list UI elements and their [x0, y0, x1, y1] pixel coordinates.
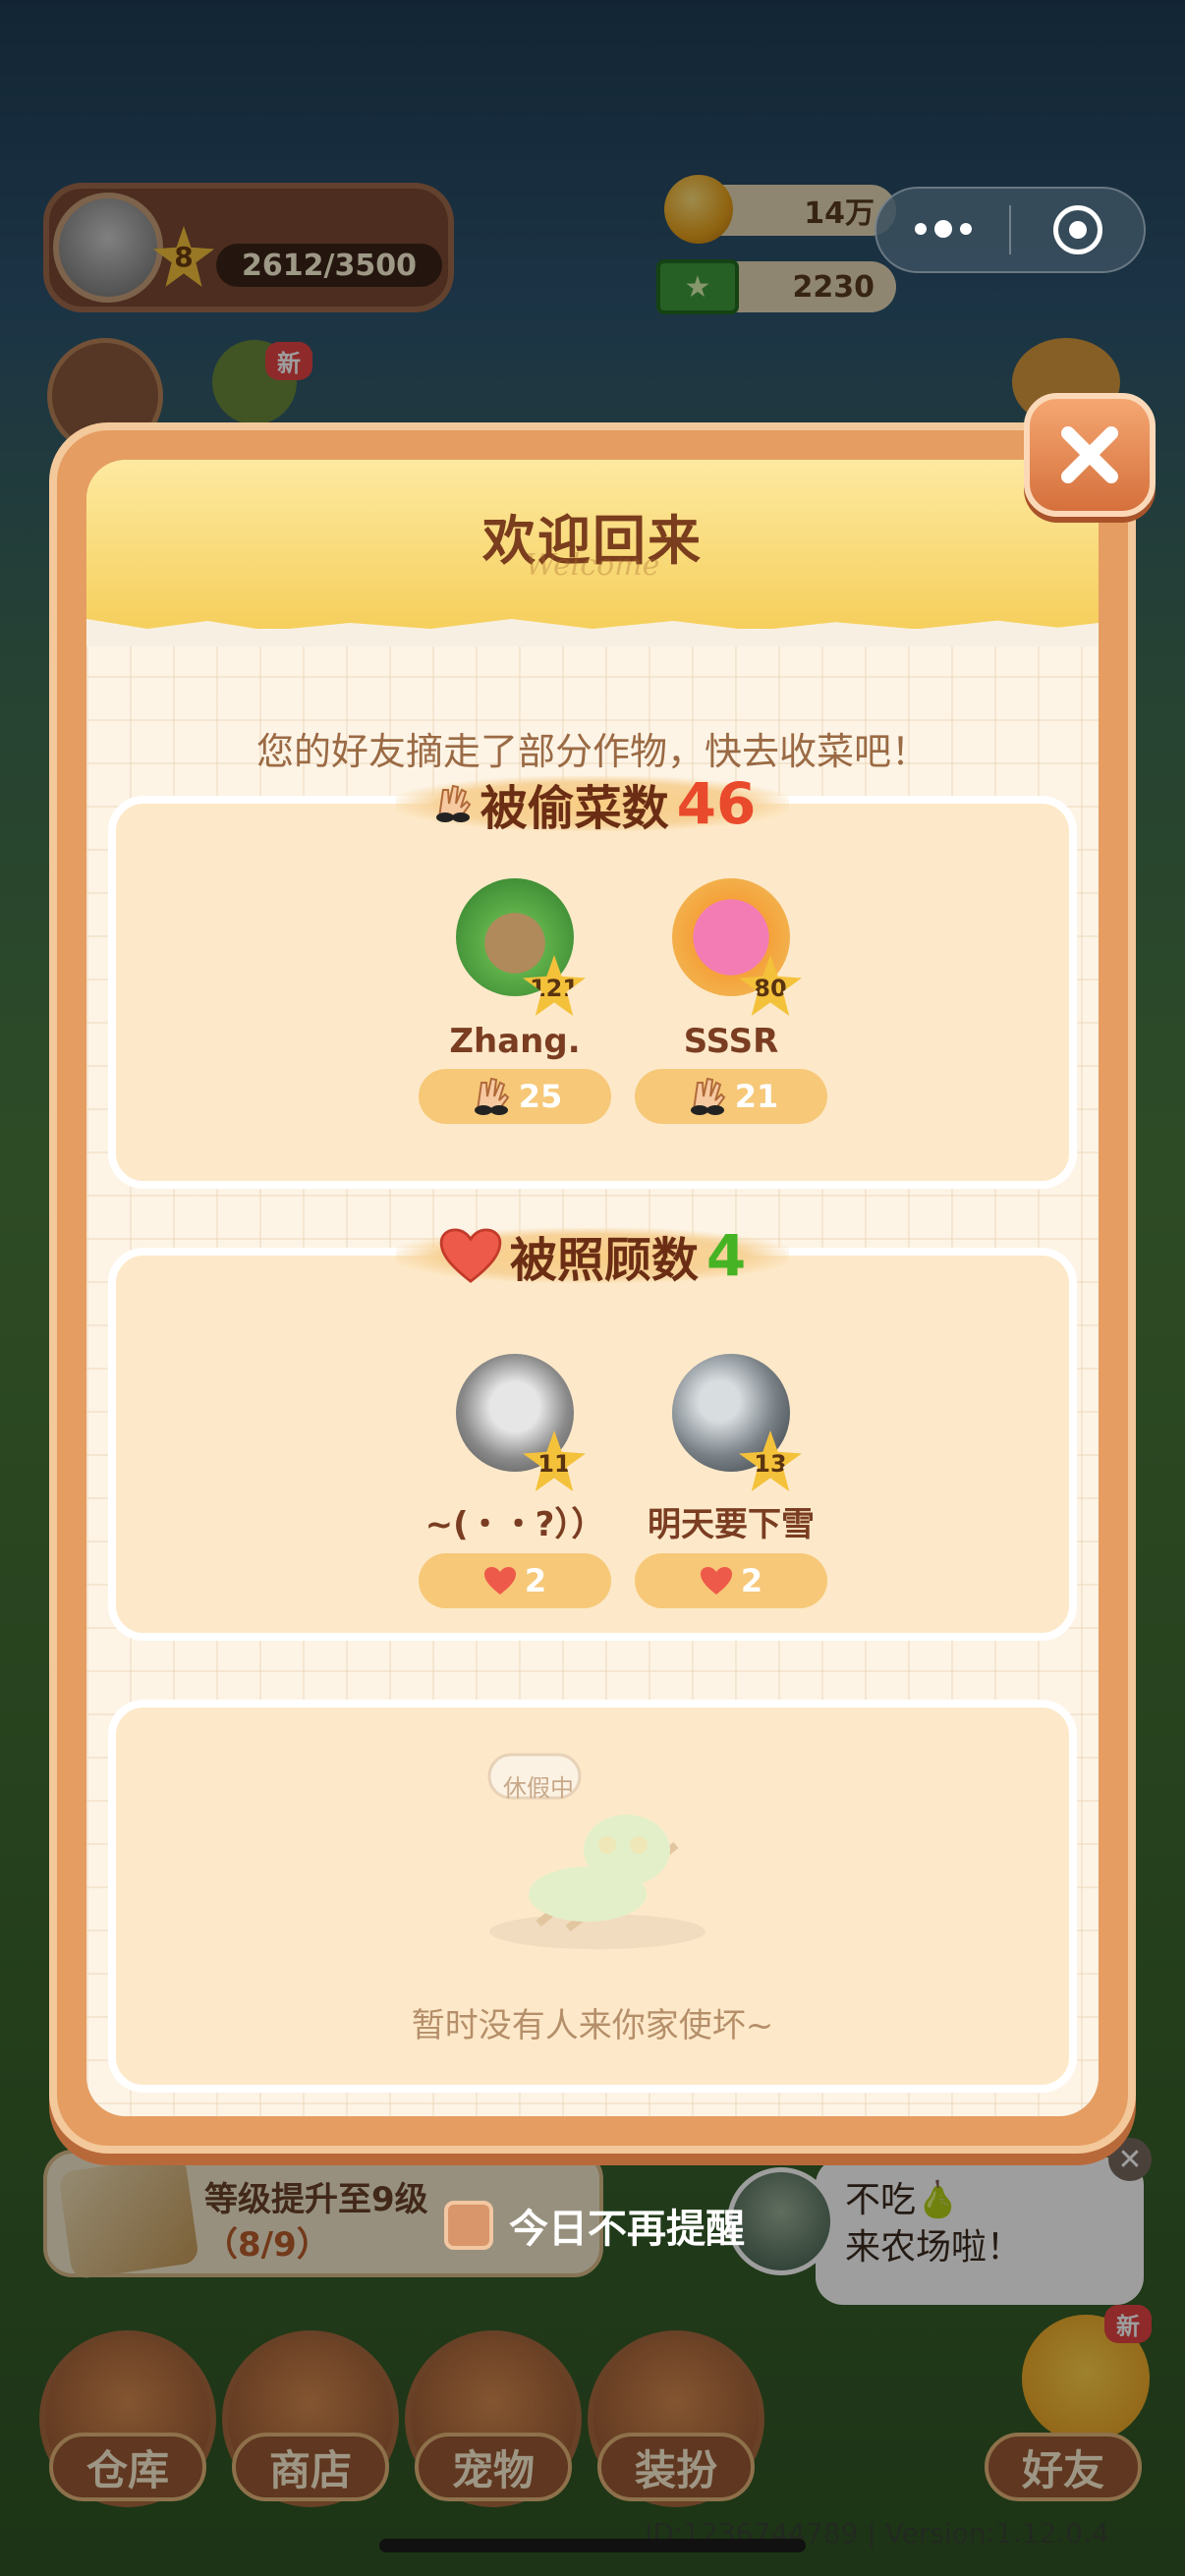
stolen-title: 被偷菜数 — [480, 781, 669, 836]
friend-name: 明天要下雪 — [648, 1505, 815, 1544]
friend-name: ~(・・?）） — [424, 1505, 605, 1544]
stolen-count: 46 — [676, 770, 757, 837]
stolen-section: 被偷菜数 46 121 Zhang. 25 80 SSSR 21 — [108, 770, 1077, 1189]
close-icon — [1061, 426, 1118, 483]
mini-program-capsule — [875, 187, 1146, 273]
thief-hand-icon — [435, 784, 471, 822]
more-menu-button[interactable] — [876, 219, 1009, 238]
stolen-count-pill: 21 — [635, 1069, 827, 1124]
cared-friend-2[interactable]: 13 明天要下雪 2 — [633, 1344, 829, 1608]
pill-count: 21 — [734, 1078, 779, 1115]
dont-remind-checkbox[interactable] — [444, 2201, 493, 2250]
heart-icon — [700, 1567, 732, 1595]
pill-count: 2 — [740, 1562, 763, 1599]
modal-close-button[interactable] — [1024, 393, 1156, 517]
cared-banner: 被照顾数 4 — [396, 1222, 789, 1289]
pill-count: 25 — [518, 1078, 563, 1115]
welcome-back-modal: 欢迎回来 Welcome 您的好友摘走了部分作物，快去收菜吧！ 被偷菜数 46 … — [49, 422, 1136, 2154]
mischief-section: 休假中 暂时没有人来你家使坏~ — [108, 1700, 1077, 2093]
cared-count: 4 — [705, 1222, 747, 1289]
thief-hand-icon — [474, 1077, 510, 1115]
cared-title: 被照顾数 — [509, 1233, 699, 1288]
cared-friend-1[interactable]: 11 ~(・・?）） 2 — [417, 1344, 613, 1608]
cared-count-pill: 2 — [635, 1553, 827, 1608]
friend-avatar: 13 — [652, 1344, 810, 1491]
home-indicator[interactable] — [379, 2539, 806, 2552]
pill-count: 2 — [524, 1562, 547, 1599]
modal-title-watermark: Welcome — [525, 548, 660, 583]
friend-avatar: 121 — [436, 868, 593, 1016]
cared-section: 被照顾数 4 11 ~(・・?）） 2 13 明天要下雪 2 — [108, 1222, 1077, 1641]
modal-body: 欢迎回来 Welcome 您的好友摘走了部分作物，快去收菜吧！ 被偷菜数 46 … — [86, 460, 1099, 2116]
thief-hand-icon — [690, 1077, 726, 1115]
dont-remind-label: 今日不再提醒 — [509, 2207, 745, 2252]
vacation-badge: 休假中 — [503, 1774, 574, 1802]
heart-icon — [439, 1228, 502, 1283]
stolen-banner: 被偷菜数 46 — [396, 770, 789, 837]
dont-remind-toggle[interactable]: 今日不再提醒 — [444, 2197, 745, 2254]
stolen-friend-1[interactable]: 121 Zhang. 25 — [417, 868, 613, 1124]
friend-name: SSSR — [683, 1022, 779, 1061]
stolen-friend-2[interactable]: 80 SSSR 21 — [633, 868, 829, 1124]
friend-name: Zhang. — [449, 1022, 581, 1061]
more-dots-icon — [914, 219, 972, 238]
close-miniprogram-button[interactable] — [1011, 205, 1144, 254]
target-icon — [1052, 205, 1102, 254]
stolen-count-pill: 25 — [419, 1069, 611, 1124]
empty-note: 暂时没有人来你家使坏~ — [411, 2006, 774, 2045]
friend-avatar: 11 — [436, 1344, 593, 1491]
friend-avatar: 80 — [652, 868, 810, 1016]
modal-subtitle: 您的好友摘走了部分作物，快去收菜吧！ — [255, 730, 929, 773]
cared-count-pill: 2 — [419, 1553, 611, 1608]
heart-icon — [483, 1567, 516, 1595]
